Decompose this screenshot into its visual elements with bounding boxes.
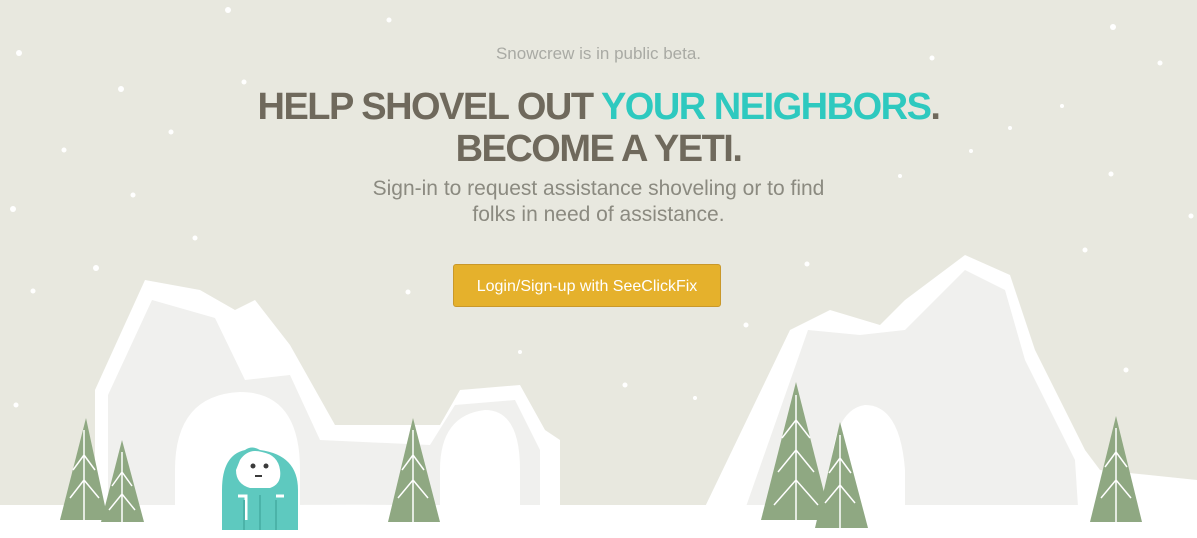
page-subtitle: Sign-in to request assistance shoveling … <box>0 176 1197 228</box>
left-mountain <box>95 280 560 538</box>
subtitle-line2: folks in need of assistance. <box>472 203 725 226</box>
headline-highlight: YOUR NEIGHBORS <box>600 86 932 128</box>
subtitle-line1: Sign-in to request assistance shoveling … <box>372 177 825 200</box>
login-signup-button[interactable]: Login/Sign-up with SeeClickFix <box>453 264 721 307</box>
headline-part1: HELP SHOVEL OUT <box>257 86 601 128</box>
page-headline: HELP SHOVEL OUT YOUR NEIGHBORS. BECOME A… <box>0 86 1197 170</box>
headline-end: . <box>930 86 941 128</box>
headline-line2: BECOME A YETI. <box>455 128 743 170</box>
beta-notice: Snowcrew is in public beta. <box>495 44 702 63</box>
